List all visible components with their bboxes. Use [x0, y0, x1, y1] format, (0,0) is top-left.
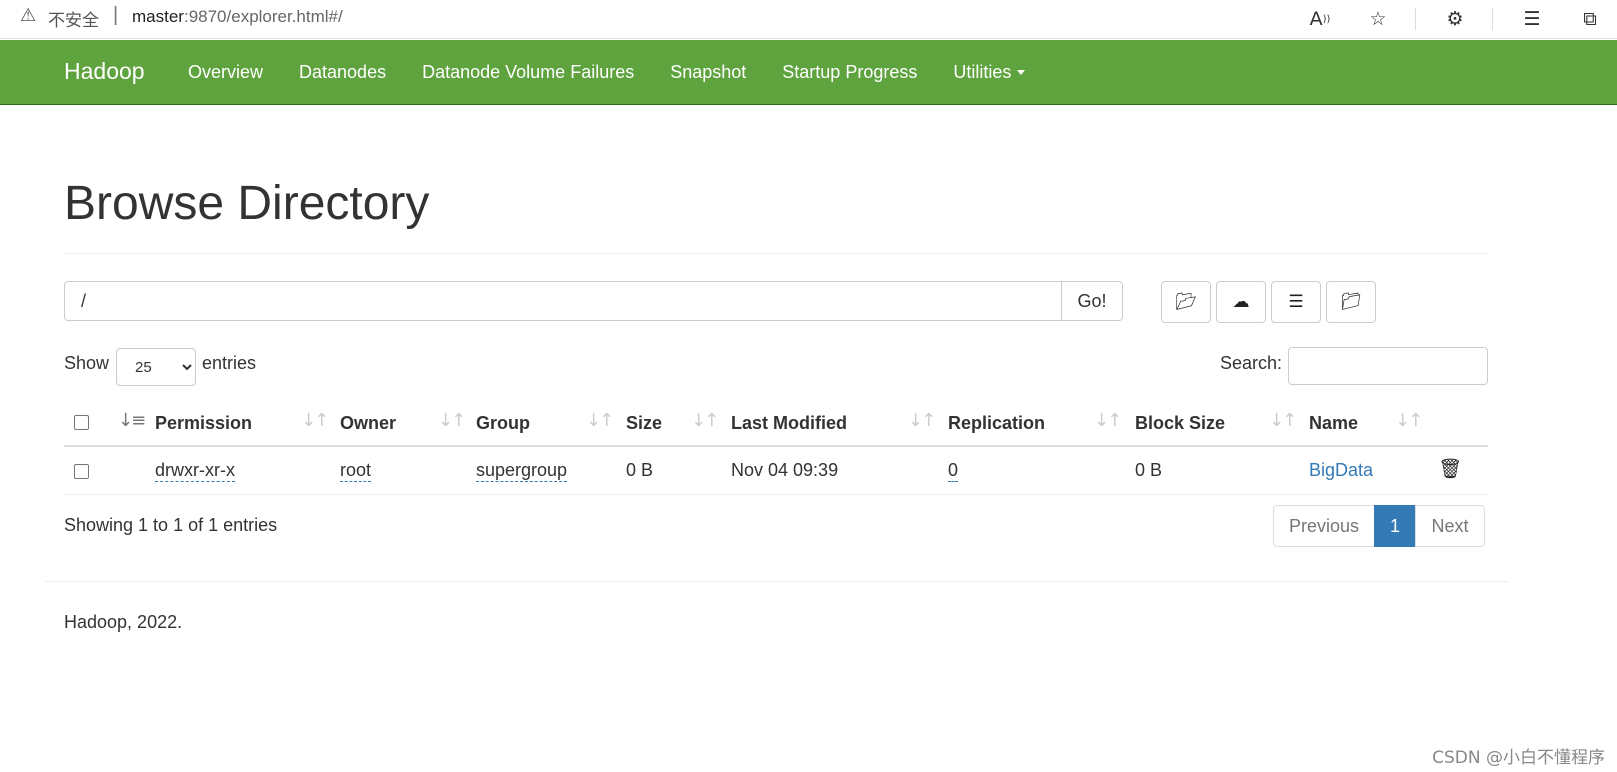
url-path: :9870/explorer.html#/	[183, 7, 343, 26]
trash-icon[interactable]: 🗑︎	[1438, 457, 1462, 480]
table-row: drwxr-xr-x root supergroup 0 B Nov 04 09…	[64, 447, 1488, 495]
sort-icon[interactable]: ↓↑	[301, 410, 329, 431]
column-header-name[interactable]: Name	[1309, 413, 1358, 434]
name-link[interactable]: BigData	[1309, 460, 1373, 481]
toolbar-divider	[1415, 8, 1416, 30]
entries-per-page-select[interactable]: 25	[116, 348, 196, 386]
search-label: Search:	[1220, 353, 1283, 373]
column-header-size[interactable]: Size	[626, 413, 662, 434]
column-header-group[interactable]: Group	[476, 413, 530, 434]
go-button[interactable]: Go!	[1061, 281, 1123, 321]
owner-cell[interactable]: root	[340, 460, 372, 482]
previous-button[interactable]: Previous	[1273, 505, 1375, 547]
footer-divider	[45, 581, 1508, 582]
entries-label: entries	[202, 353, 257, 373]
group-cell[interactable]: supergroup	[476, 460, 568, 482]
size-cell: 0 B	[626, 460, 654, 480]
sort-icon[interactable]: ↓↑	[1395, 410, 1423, 431]
folder-open-icon: 📂︎	[1175, 292, 1197, 312]
watermark: CSDN @小白不懂程序	[1432, 748, 1605, 768]
nav-item-datanode-volume-failures[interactable]: Datanode Volume Failures	[404, 62, 652, 83]
block-size-cell: 0 B	[1135, 460, 1163, 480]
toolbar-divider	[1492, 8, 1493, 30]
select-all-checkbox[interactable]	[74, 415, 89, 430]
sort-icon[interactable]: ↓↑	[586, 410, 614, 431]
create-directory-button[interactable]: 📂︎	[1161, 281, 1211, 323]
nav-item-overview[interactable]: Overview	[170, 62, 281, 83]
row-checkbox[interactable]	[74, 464, 89, 479]
sort-asc-icon[interactable]: ↓≡	[118, 410, 146, 431]
upload-button[interactable]: ☁	[1216, 281, 1266, 323]
read-aloud-icon[interactable]: A))	[1301, 0, 1339, 38]
page-button-current[interactable]: 1	[1374, 505, 1416, 547]
column-header-replication[interactable]: Replication	[948, 413, 1045, 434]
sort-icon[interactable]: ↓↑	[691, 410, 719, 431]
column-header-block-size[interactable]: Block Size	[1135, 413, 1225, 434]
title-divider	[64, 253, 1488, 254]
nav-item-utilities[interactable]: Utilities	[935, 62, 1043, 83]
search-input[interactable]	[1288, 347, 1488, 385]
table-header: ↓≡ Permission ↓↑ Owner ↓↑ Group ↓↑ Size …	[64, 403, 1488, 447]
nav-item-datanodes[interactable]: Datanodes	[281, 62, 404, 83]
insecure-label[interactable]: 不安全	[48, 6, 99, 31]
folder-paste-icon: 📁︎	[1340, 292, 1362, 312]
url-field[interactable]: master:9870/explorer.html#/	[132, 7, 343, 27]
column-header-owner[interactable]: Owner	[340, 413, 396, 434]
pagination: Previous 1 Next	[1273, 505, 1485, 547]
url-host: master	[132, 7, 184, 26]
cloud-upload-icon: ☁	[1232, 292, 1250, 312]
column-header-permission[interactable]: Permission	[155, 413, 252, 434]
page-title: Browse Directory	[64, 177, 430, 230]
extensions-icon[interactable]: ⚙	[1436, 0, 1474, 38]
table-info: Showing 1 to 1 of 1 entries	[64, 515, 278, 535]
cut-paste-list-button[interactable]: ☰	[1271, 281, 1321, 323]
navbar: Hadoop Overview Datanodes Datanode Volum…	[0, 40, 1617, 105]
nav-menu: Overview Datanodes Datanode Volume Failu…	[170, 40, 1043, 104]
brand-link[interactable]: Hadoop	[64, 58, 145, 85]
warning-icon[interactable]: ⚠	[20, 5, 36, 26]
next-button[interactable]: Next	[1415, 505, 1485, 547]
collections-icon[interactable]: ⧉	[1571, 0, 1609, 38]
caret-down-icon	[1017, 70, 1026, 76]
sort-icon[interactable]: ↓↑	[908, 410, 936, 431]
utilities-label: Utilities	[953, 61, 1012, 82]
paste-button[interactable]: 📁︎	[1326, 281, 1376, 323]
sort-icon[interactable]: ↓↑	[438, 410, 466, 431]
nav-item-snapshot[interactable]: Snapshot	[652, 62, 764, 83]
browser-toolbar: A)) ☆ ⚙ ☰ ⧉	[1281, 0, 1617, 38]
list-alt-icon: ☰	[1288, 292, 1304, 312]
favorites-icon[interactable]: ☰	[1513, 0, 1551, 38]
sort-icon[interactable]: ↓↑	[1094, 410, 1122, 431]
nav-item-startup-progress[interactable]: Startup Progress	[764, 62, 935, 83]
permission-cell[interactable]: drwxr-xr-x	[155, 460, 235, 482]
footer-text: Hadoop, 2022.	[64, 612, 183, 632]
column-header-last-modified[interactable]: Last Modified	[731, 413, 847, 434]
sort-icon[interactable]: ↓↑	[1269, 410, 1297, 431]
directory-path-input[interactable]	[64, 281, 1062, 321]
replication-cell[interactable]: 0	[948, 460, 959, 482]
url-separator: |	[113, 4, 119, 26]
show-label: Show	[64, 353, 110, 373]
browser-address-bar: ⚠ 不安全 | master:9870/explorer.html#/ A)) …	[0, 0, 1617, 39]
last-modified-cell: Nov 04 09:39	[731, 460, 839, 480]
add-favorite-icon[interactable]: ☆	[1359, 0, 1397, 38]
